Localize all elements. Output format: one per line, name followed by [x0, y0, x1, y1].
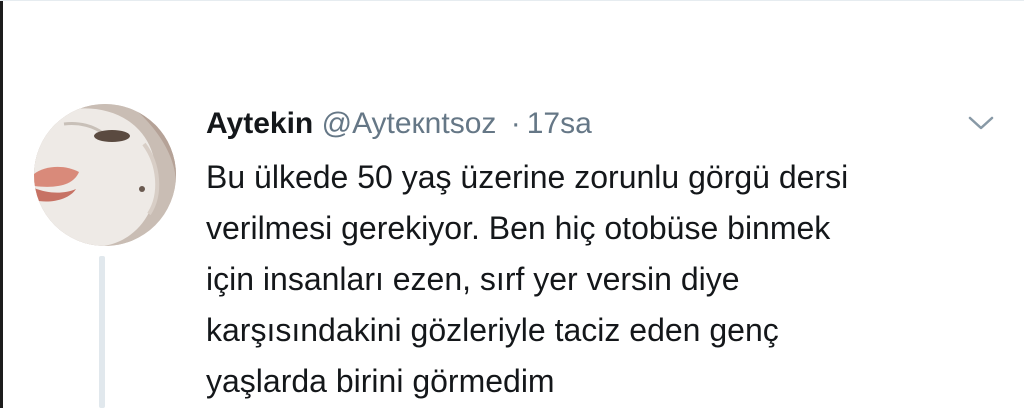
tweet-header: Aytekin @Ayteкntsoz · 17sa — [206, 104, 592, 144]
avatar-image — [34, 104, 176, 246]
tweet-text-line: karşısındakini gözleriyle taciz eden gen… — [206, 312, 779, 348]
avatar[interactable] — [34, 104, 176, 246]
timestamp[interactable]: 17sa — [527, 107, 592, 140]
user-handle[interactable]: @Ayteкntsoz — [322, 107, 497, 140]
tweet-text-line: Bu ülkede 50 yaş üzerine zorunlu görgü d… — [206, 159, 849, 195]
separator-dot: · — [510, 107, 521, 140]
display-name[interactable]: Aytekin — [206, 107, 313, 140]
chevron-down-icon[interactable] — [966, 112, 996, 134]
thread-connector-line — [99, 256, 105, 408]
tweet-text-line: yaşlarda birini görmedim — [206, 363, 555, 399]
tweet-text: Bu ülkede 50 yaş üzerine zorunlu görgü d… — [206, 152, 996, 407]
window-left-border — [0, 0, 3, 408]
tweet-text-line: verilmesi gerekiyor. Ben hiç otobüse bin… — [206, 210, 831, 246]
top-separator — [0, 0, 1024, 1]
tweet-text-line: için insanları ezen, sırf yer versin diy… — [206, 261, 740, 297]
